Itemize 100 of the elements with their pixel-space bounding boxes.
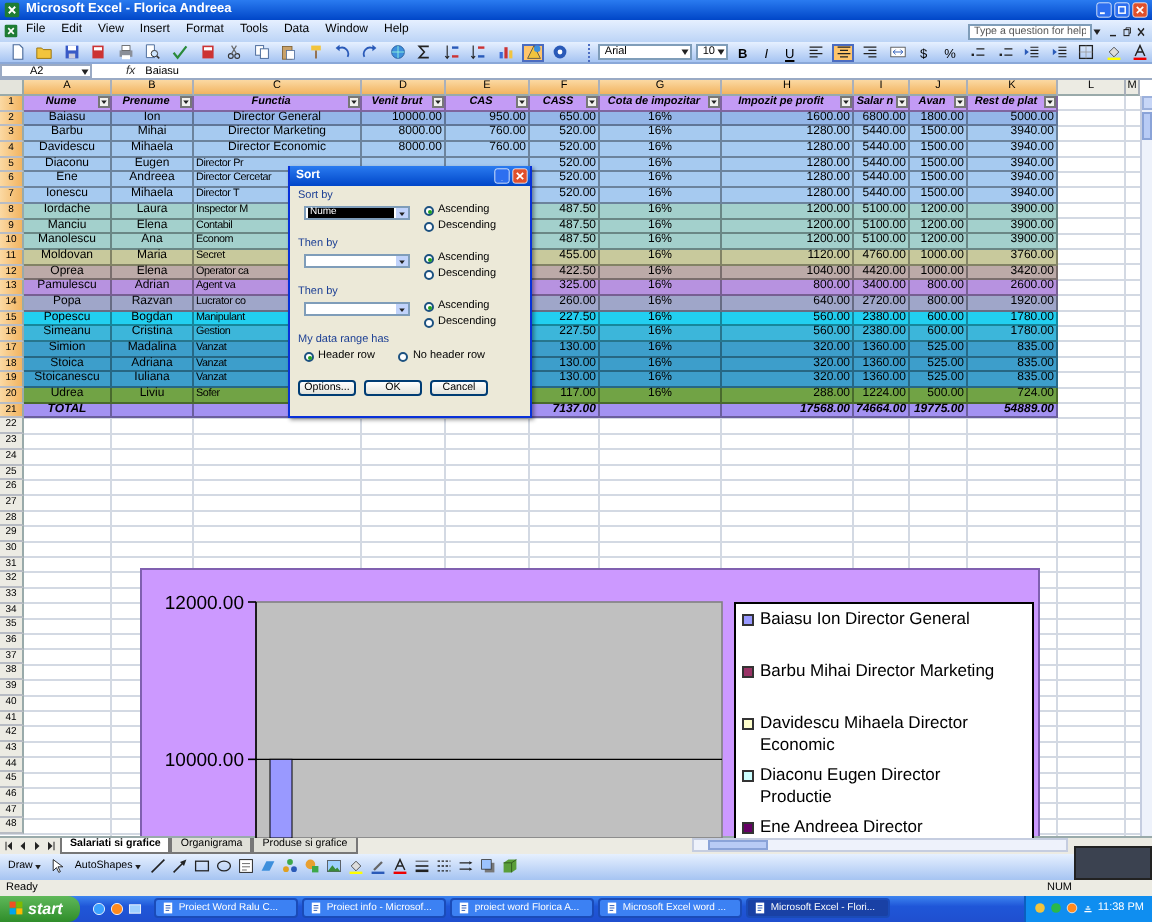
save-icon[interactable] [63,44,80,60]
picture-icon[interactable] [326,858,343,875]
spreadsheet-icon[interactable] [4,24,18,38]
filter-dropdown[interactable] [432,96,444,109]
line-style-icon[interactable] [414,858,431,875]
indent-icon[interactable] [1024,44,1041,60]
close-icon[interactable] [1136,25,1146,37]
filter-dropdown[interactable] [954,96,966,109]
filter-dropdown[interactable] [586,96,598,109]
filter-dropdown[interactable] [348,96,360,109]
circle-icon[interactable] [110,901,125,916]
maximize-button[interactable] [1114,2,1130,18]
merge-cells-icon[interactable] [890,44,906,60]
filter-dropdown[interactable] [1044,96,1056,109]
windows-logo-icon [8,900,24,917]
legend-label: Diaconu Eugen Director Productie [760,764,943,806]
filter-dropdown[interactable] [896,96,908,109]
filter-dropdown[interactable] [840,96,852,109]
font-color-icon[interactable] [392,858,409,875]
cube-icon[interactable] [502,858,519,875]
diagram-icon[interactable] [282,858,299,875]
radio-button[interactable] [424,318,434,328]
axis-label: 10000.00 [164,749,244,772]
caret-icon [588,98,596,107]
minimize-button[interactable] [1096,2,1112,18]
print-preview-icon[interactable] [144,44,161,60]
restore-icon[interactable] [1122,25,1132,37]
last-arrow-icon[interactable] [46,839,56,852]
copy-icon[interactable] [253,44,270,60]
close-button[interactable] [512,168,528,184]
legend-label: Barbu Mihai Director Marketing [760,660,995,681]
book-icon[interactable] [199,44,216,60]
undo-icon[interactable] [334,44,351,60]
radio-button[interactable] [304,352,314,362]
right-arrow-icon[interactable] [32,839,42,852]
sort-descending-icon[interactable] [470,44,487,60]
dash-style-icon[interactable] [436,858,453,875]
help-icon[interactable] [552,44,569,60]
help-button[interactable] [494,168,510,184]
paint-bucket-icon[interactable] [348,858,365,875]
align-left-icon[interactable] [808,44,825,60]
vertical-scrollbar[interactable] [1140,96,1152,836]
sort-field-dropdown[interactable] [304,254,410,268]
align-center-icon[interactable] [835,44,852,60]
shapes-icon[interactable] [525,44,542,60]
paste-icon[interactable] [280,44,297,60]
document-icon [162,902,175,915]
close-button[interactable] [1132,2,1148,18]
radio-button[interactable] [424,302,434,312]
borders-icon[interactable] [1078,44,1095,60]
document-icon [458,902,471,915]
desktop-icon[interactable] [128,901,143,916]
checkmark-icon[interactable] [172,44,189,60]
left-arrow-icon[interactable] [18,839,28,852]
pen-icon[interactable] [370,858,387,875]
filter-dropdown[interactable] [708,96,720,109]
print-icon[interactable] [117,44,134,60]
chart-icon[interactable] [497,44,514,60]
spreadsheet-icon [4,2,20,18]
line-icon[interactable] [150,858,167,875]
filter-dropdown[interactable] [98,96,110,109]
font-color-icon[interactable] [1132,44,1149,60]
decimal-icon[interactable] [969,44,986,60]
sigma-icon[interactable] [416,44,433,60]
pointer-icon[interactable] [50,858,67,875]
sort-field-dropdown[interactable] [304,302,410,316]
rectangle-icon[interactable] [194,858,211,875]
paint-bucket-icon[interactable] [1105,44,1122,60]
caret-icon [182,98,190,107]
caret-icon [100,98,108,107]
legend-label: Baiasu Ion Director General [760,608,970,629]
clip-art-icon[interactable] [304,858,321,875]
filter-dropdown[interactable] [180,96,192,109]
radio-button[interactable] [424,222,434,232]
radio-button[interactable] [424,270,434,280]
redo-icon[interactable] [362,44,379,60]
text-box-icon[interactable] [238,858,255,875]
document-icon [754,902,767,915]
decimal-icon[interactable] [997,44,1014,60]
oval-icon[interactable] [216,858,233,875]
caret-icon [434,98,442,107]
sort-ascending-icon[interactable] [443,44,460,60]
arrow-icon[interactable] [172,858,189,875]
caret-icon [710,98,718,107]
filter-dropdown[interactable] [516,96,528,109]
caret-icon [350,98,358,107]
radio-button[interactable] [398,352,409,362]
align-right-icon[interactable] [862,44,879,60]
first-arrow-icon[interactable] [4,839,14,852]
shadow-icon[interactable] [480,858,497,875]
cut-icon[interactable] [226,44,243,60]
document-icon [310,902,323,915]
radio-button[interactable] [424,206,434,216]
document-icon [606,902,619,915]
book-icon[interactable] [90,44,107,60]
arrow-style-icon[interactable] [458,858,475,875]
radio-button[interactable] [424,254,434,264]
brush-icon[interactable] [307,44,324,60]
indent-icon[interactable] [1051,44,1068,60]
horizontal-scrollbar[interactable] [692,838,1068,853]
